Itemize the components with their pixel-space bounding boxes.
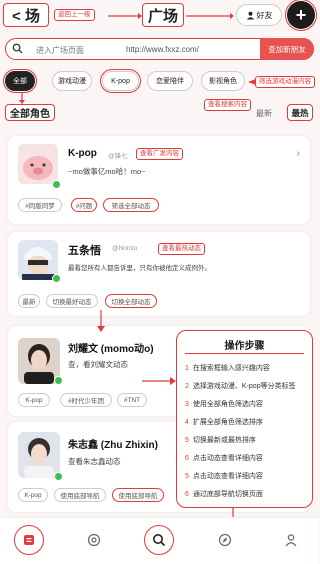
card-handle: @锋七 xyxy=(108,153,128,160)
tab-kpop[interactable]: K-pop xyxy=(100,69,141,93)
step-item: 6 点击动态查看详细内容 xyxy=(185,455,263,462)
tag-chip[interactable]: #时代少年团 xyxy=(60,393,112,407)
arrow-connector xyxy=(248,79,256,85)
card-name: 五条悟 xyxy=(68,245,101,257)
steps-panel: 操作步骤 1 在搜索框输入感兴趣内容 2 选择游戏动漫、K-pop等分类标签 3 使用… xyxy=(176,330,313,508)
card-desc: 最看您所有人都告诉里，只有你被他定义成例外。 xyxy=(68,265,211,272)
annotation-card: 查看广发内容 xyxy=(136,148,183,160)
all-roles-filter[interactable]: 全部角色 xyxy=(5,104,55,121)
card-name: 朱志鑫 (Zhu Zhixin) xyxy=(68,440,158,451)
search-url: http://www.fxxz.com/ xyxy=(126,45,199,54)
tag-chip[interactable]: 使用底部导航 xyxy=(112,488,164,502)
sort-hot[interactable]: 最热 xyxy=(287,104,313,121)
card-name: K-pop xyxy=(68,148,97,159)
card-desc: ~mo做事亿mo哈！mo~ xyxy=(68,167,146,176)
tag-chip[interactable]: 使用底部导航 xyxy=(54,488,106,502)
step-item: 4 扩展全部角色筛选排序 xyxy=(185,419,263,426)
avatar xyxy=(18,338,60,384)
avatar xyxy=(18,144,58,184)
search-placeholder[interactable]: 进入广场页面 xyxy=(36,45,84,56)
tab-games-anime[interactable]: 游戏动漫 xyxy=(52,71,92,91)
page-title: 广场 xyxy=(142,3,184,27)
step-item: 3 使用全部角色筛选内容 xyxy=(185,401,263,408)
friends-button[interactable]: 好友 xyxy=(236,4,282,26)
search-icon[interactable] xyxy=(144,525,174,555)
back-button[interactable]: < 场 xyxy=(3,3,49,27)
chevron-right-icon[interactable]: › xyxy=(297,148,300,159)
list-item[interactable]: 五条悟 @Nonito 查看最热动态 最看您所有人都告诉里，只有你被他定义成例外… xyxy=(8,232,310,316)
step-item: 5 点击动态查看详细内容 xyxy=(185,473,263,480)
compass-icon[interactable] xyxy=(213,528,237,552)
online-badge xyxy=(52,180,61,189)
pig-avatar-icon xyxy=(18,144,58,184)
tag-chip[interactable]: #问题 xyxy=(71,198,97,212)
list-item[interactable]: K-pop @锋七 查看广发内容 › ~mo做事亿mo哈！mo~ #同版同梦 #… xyxy=(8,136,310,224)
tag-chip[interactable]: 筛选全部动态 xyxy=(103,198,159,212)
online-badge xyxy=(52,274,61,283)
card-desc: 查看朱志鑫动态 xyxy=(68,457,121,466)
tab-all[interactable]: 全部 xyxy=(3,69,37,93)
avatar xyxy=(18,240,58,280)
tag-chip[interactable]: #TNT xyxy=(117,393,147,407)
add-friend-button[interactable]: 查加新朋友 xyxy=(260,38,314,60)
friends-label: 好友 xyxy=(256,10,273,20)
online-badge xyxy=(54,472,63,481)
tag-chip[interactable]: 切换全部动态 xyxy=(105,294,157,308)
search-bar[interactable]: 进入广场页面 http://www.fxxz.com/ 查加新朋友 xyxy=(5,38,314,60)
steps-title: 操作步骤 xyxy=(224,341,265,352)
annotation-search-content: 查看搜索内容 xyxy=(204,99,251,111)
person-avatar-icon xyxy=(18,432,60,478)
tag-chip[interactable]: 最新 xyxy=(18,294,40,308)
home-icon[interactable] xyxy=(14,525,44,555)
tag-chip[interactable]: K-pop xyxy=(18,393,50,407)
arrow-connector xyxy=(108,13,142,19)
arrow-connector xyxy=(186,13,234,19)
tab-film-roles[interactable]: 影视角色 xyxy=(201,71,245,91)
card-desc: 查，看刘耀文动态 xyxy=(68,360,128,369)
add-button[interactable]: + xyxy=(285,0,317,31)
card-name: 刘耀文 (momo动o) xyxy=(68,344,154,355)
character-avatar-icon xyxy=(18,240,58,280)
online-badge xyxy=(54,376,63,385)
annotation-card: 查看最热动态 xyxy=(158,243,205,255)
card-handle: @Nonito xyxy=(112,245,138,252)
person-avatar-icon xyxy=(18,338,60,384)
user-icon xyxy=(246,11,254,20)
arrow-connector xyxy=(19,92,25,104)
search-icon xyxy=(12,43,23,54)
annotation-filter: 筛选游戏动漫内容 xyxy=(255,76,315,88)
step-item: 1 在搜索框输入感兴趣内容 xyxy=(185,365,270,372)
avatar xyxy=(18,432,60,478)
at-icon[interactable] xyxy=(82,528,106,552)
sort-latest[interactable]: 最新 xyxy=(256,108,272,119)
step-item: 5 切换最新或最热排序 xyxy=(185,437,256,444)
annotation-back: 返回上一级 xyxy=(54,9,95,21)
arrow-connector xyxy=(97,310,105,332)
step-item: 6 通过底部导航切换页面 xyxy=(185,491,263,498)
step-item: 2 选择游戏动漫、K-pop等分类标签 xyxy=(185,383,296,390)
arrow-connector xyxy=(142,377,176,385)
tab-romance[interactable]: 恋爱陪伴 xyxy=(147,71,193,91)
profile-icon[interactable] xyxy=(279,528,303,552)
tag-chip[interactable]: K-pop xyxy=(18,488,48,502)
tag-chip[interactable]: #同版同梦 xyxy=(18,198,62,212)
tag-chip[interactable]: 切换最好动态 xyxy=(46,294,98,308)
bottom-nav xyxy=(0,517,319,564)
